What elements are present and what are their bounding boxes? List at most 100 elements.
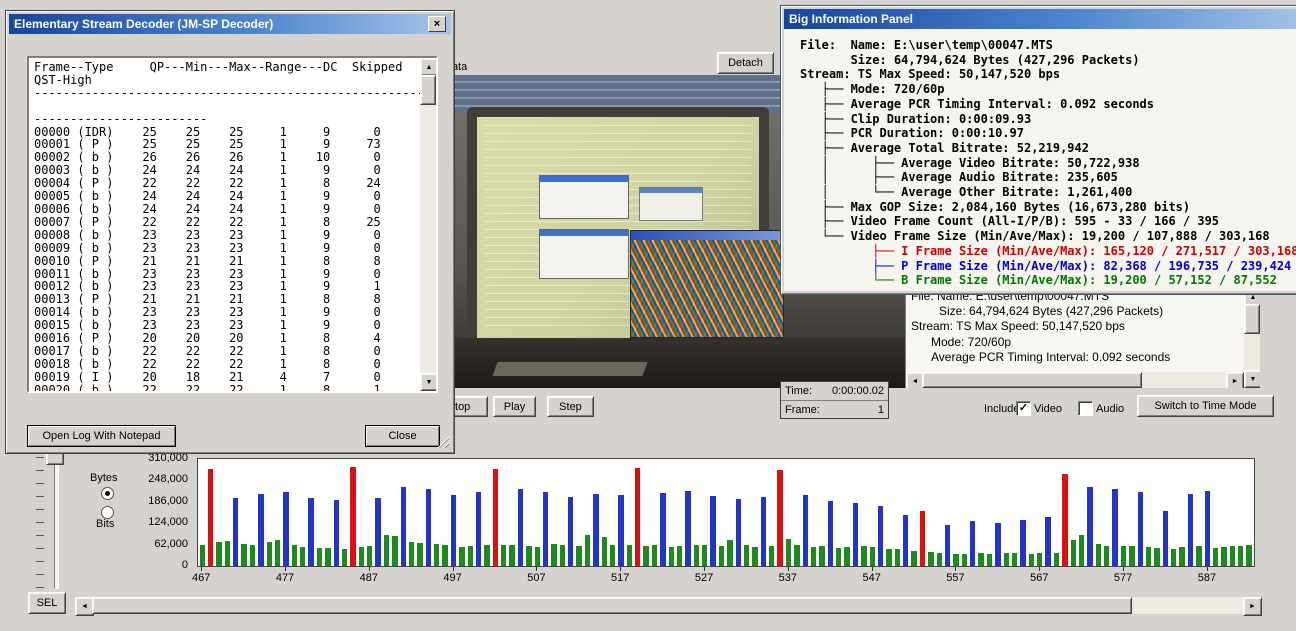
frame-bar[interactable] [844,547,849,566]
switch-to-time-mode-button[interactable]: Switch to Time Mode [1137,395,1274,417]
frame-bar[interactable] [1188,494,1193,566]
frame-bar[interactable] [308,498,313,566]
frame-bar[interactable] [1071,540,1076,566]
frame-bar[interactable] [610,545,615,566]
frame-bar[interactable] [493,469,498,566]
frame-bar[interactable] [1230,546,1235,566]
frame-bar[interactable] [501,545,506,566]
video-checkbox-label[interactable]: Video [1034,403,1062,415]
frame-bar[interactable] [551,544,556,566]
frame-bar[interactable] [1213,548,1218,566]
frame-bar[interactable] [208,469,213,566]
frame-bar[interactable] [283,492,288,566]
frame-bar[interactable] [576,546,581,566]
frame-bar[interactable] [937,553,942,566]
frame-bar[interactable] [1045,517,1050,566]
frame-bar[interactable] [719,546,724,566]
vscroll-thumb[interactable] [1244,304,1260,334]
frame-bar[interactable] [928,552,933,566]
frame-bar[interactable] [677,546,682,566]
frame-bar[interactable] [945,525,950,566]
frame-bar[interactable] [903,515,908,566]
frame-bar[interactable] [978,553,983,566]
frame-bar[interactable] [1196,546,1201,566]
step-button[interactable]: Step [547,396,594,417]
frame-bar[interactable] [602,537,607,566]
chart-plot[interactable] [197,458,1255,567]
frame-bar[interactable] [484,545,489,566]
frame-bar[interactable] [325,548,330,566]
frame-bar[interactable] [1054,553,1059,566]
frame-bar[interactable] [1012,553,1017,566]
frame-bar[interactable] [794,545,799,566]
frame-bar[interactable] [618,495,623,566]
hscroll-thumb[interactable] [922,372,1142,388]
frame-bar[interactable] [1096,544,1101,566]
frame-bar[interactable] [568,497,573,566]
frame-bar[interactable] [970,521,975,566]
frame-bar[interactable] [334,500,339,566]
frame-bar[interactable] [886,549,891,566]
frame-bar[interactable] [1087,487,1092,566]
frame-bar[interactable] [1154,548,1159,566]
frame-bar[interactable] [250,545,255,566]
frame-bar[interactable] [836,548,841,566]
frame-bar[interactable] [803,495,808,566]
frame-bar[interactable] [1029,554,1034,566]
frame-bar[interactable] [1037,553,1042,566]
zoom-slider-track[interactable] [54,455,59,589]
frame-bar[interactable] [710,496,715,566]
frame-bar[interactable] [1138,492,1143,566]
frame-bar[interactable] [543,492,548,566]
frame-bar[interactable] [1104,546,1109,566]
open-log-button[interactable]: Open Log With Notepad [27,425,176,447]
frame-bar[interactable] [409,542,414,566]
frame-bar[interactable] [727,540,732,566]
frame-bar[interactable] [1221,547,1226,566]
frame-bar[interactable] [769,546,774,566]
scroll-right-icon[interactable]: ► [1243,597,1262,616]
frame-bar[interactable] [1146,547,1151,566]
frame-bar[interactable] [895,549,900,566]
frame-bar[interactable] [953,554,958,566]
scroll-right-icon[interactable]: ► [1226,372,1244,388]
frame-bar[interactable] [275,540,280,566]
frame-bar[interactable] [350,467,355,566]
frame-bar[interactable] [518,489,523,566]
decoder-vscroll-thumb[interactable] [420,75,436,105]
frame-bar[interactable] [317,548,322,566]
frame-bar[interactable] [652,545,657,566]
frame-bar[interactable] [685,491,690,566]
frame-bar[interactable] [342,549,347,566]
decoder-log-list[interactable]: Frame--Type QP---Min---Max--Range---DC S… [27,56,438,393]
play-button[interactable]: Play [493,396,536,417]
audio-checkbox-label[interactable]: Audio [1096,403,1124,415]
frame-bar[interactable] [459,547,464,566]
bits-radio-label[interactable]: Bits [96,518,114,530]
close-button[interactable]: Close [365,425,440,447]
frame-bar[interactable] [660,493,665,566]
frame-bar[interactable] [1171,549,1176,566]
frame-bar[interactable] [786,539,791,566]
frame-bar[interactable] [216,542,221,566]
video-checkbox[interactable]: ✓ [1016,401,1031,416]
frame-bar[interactable] [468,546,473,566]
frame-bar[interactable] [635,468,640,566]
frame-bar[interactable] [426,489,431,566]
frame-bar[interactable] [417,543,422,566]
frame-bar[interactable] [526,546,531,566]
frame-bar[interactable] [258,494,263,566]
frame-bar[interactable] [292,545,297,566]
frame-bar[interactable] [920,511,925,566]
frame-bar[interactable] [375,498,380,566]
frame-bar[interactable] [359,547,364,566]
scroll-down-icon[interactable]: ▼ [420,373,438,391]
scroll-down-icon[interactable]: ▼ [1244,370,1260,388]
frame-bar[interactable] [384,535,389,566]
frame-bar[interactable] [853,503,858,567]
frame-bar[interactable] [828,501,833,566]
frame-bar[interactable] [643,546,648,566]
frame-bar[interactable] [1246,545,1251,566]
frame-bar[interactable] [1205,491,1210,566]
frame-bar[interactable] [585,535,590,566]
